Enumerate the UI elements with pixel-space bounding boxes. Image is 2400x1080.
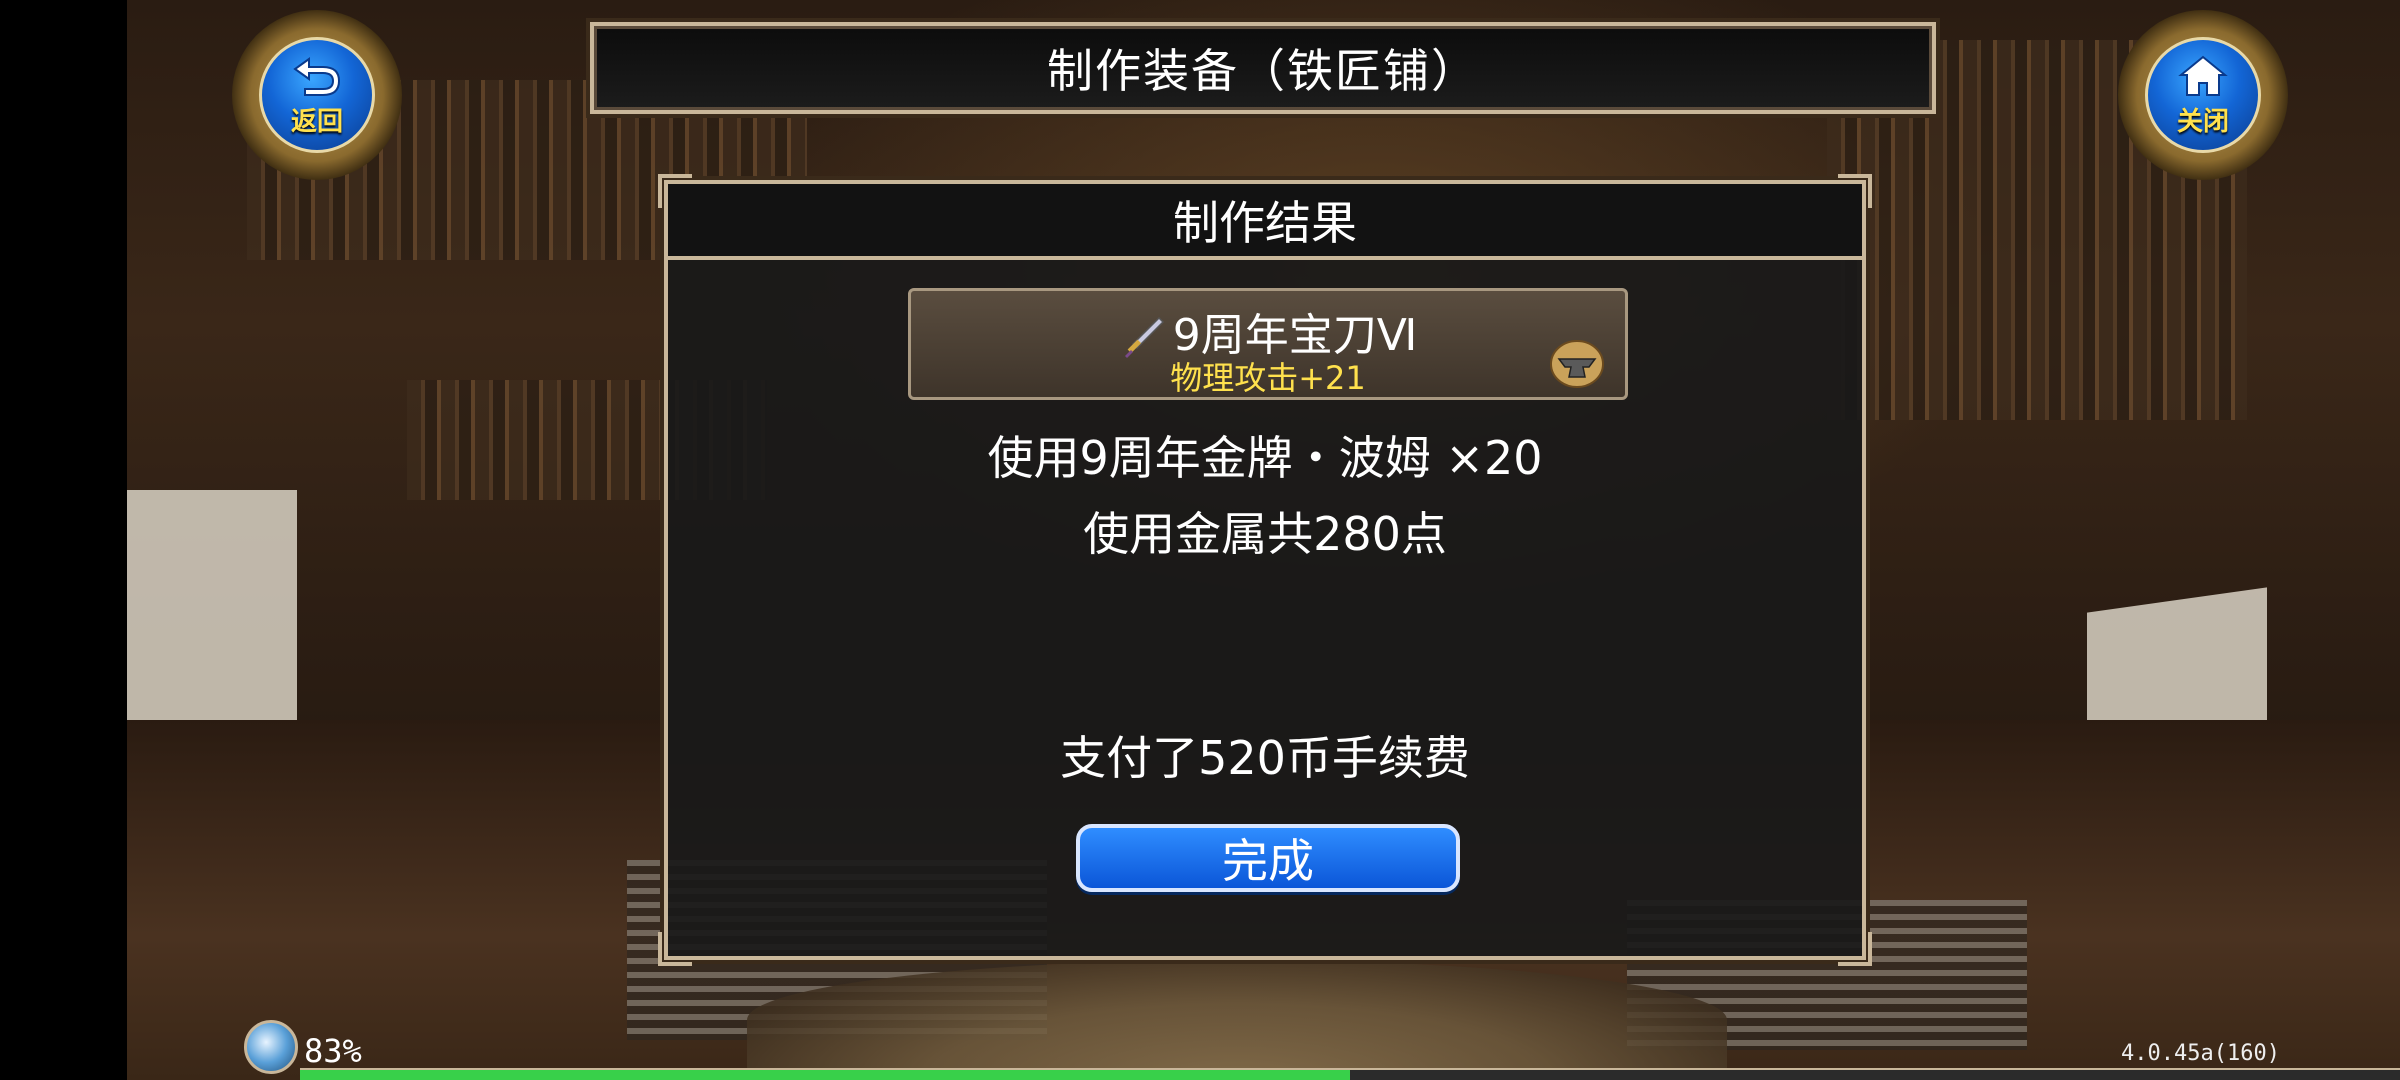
experience-progress-bar bbox=[300, 1068, 2400, 1080]
experience-progress-fill bbox=[300, 1070, 1350, 1080]
back-button-label: 返回 bbox=[290, 106, 343, 137]
close-button-label: 关闭 bbox=[2176, 106, 2229, 137]
panel-corner-ornament bbox=[658, 932, 692, 966]
materials-used-text: 使用9周年金牌・波姆 ×20 bbox=[987, 431, 1543, 485]
fee-paid-text: 支付了520币手续费 bbox=[1060, 731, 1470, 785]
home-icon bbox=[2178, 55, 2228, 96]
back-button[interactable]: 返回 bbox=[232, 10, 402, 180]
metal-used-text: 使用金属共280点 bbox=[1083, 507, 1447, 561]
close-button-face[interactable]: 关闭 bbox=[2145, 37, 2261, 153]
crafted-item-card[interactable]: 9周年宝刀Ⅵ 物理攻击+21 bbox=[908, 288, 1628, 400]
return-arrow-icon bbox=[293, 56, 341, 96]
version-label: 4.0.45a(160) bbox=[2121, 1041, 2280, 1066]
craft-result-panel: 制作结果 9周年宝刀Ⅵ 物理攻击+21 使用9周年金牌・波姆 ×20 使用金属共… bbox=[658, 174, 1872, 966]
panel-header: 制作结果 bbox=[668, 184, 1862, 260]
page-title: 制作装备（铁匠铺） bbox=[1047, 44, 1479, 98]
done-button-label: 完成 bbox=[1222, 834, 1314, 888]
anvil-icon bbox=[1550, 340, 1604, 388]
close-button[interactable]: 关闭 bbox=[2118, 10, 2288, 180]
status-percent: 83% bbox=[304, 1032, 362, 1070]
back-button-face[interactable]: 返回 bbox=[259, 37, 375, 153]
panel-corner-ornament bbox=[1838, 932, 1872, 966]
done-button[interactable]: 完成 bbox=[1076, 824, 1460, 892]
status-orb-icon bbox=[244, 1020, 298, 1074]
item-stat: 物理攻击+21 bbox=[1170, 359, 1366, 397]
panel-title: 制作结果 bbox=[1173, 196, 1357, 250]
title-banner: 制作装备（铁匠铺） bbox=[590, 22, 1936, 114]
